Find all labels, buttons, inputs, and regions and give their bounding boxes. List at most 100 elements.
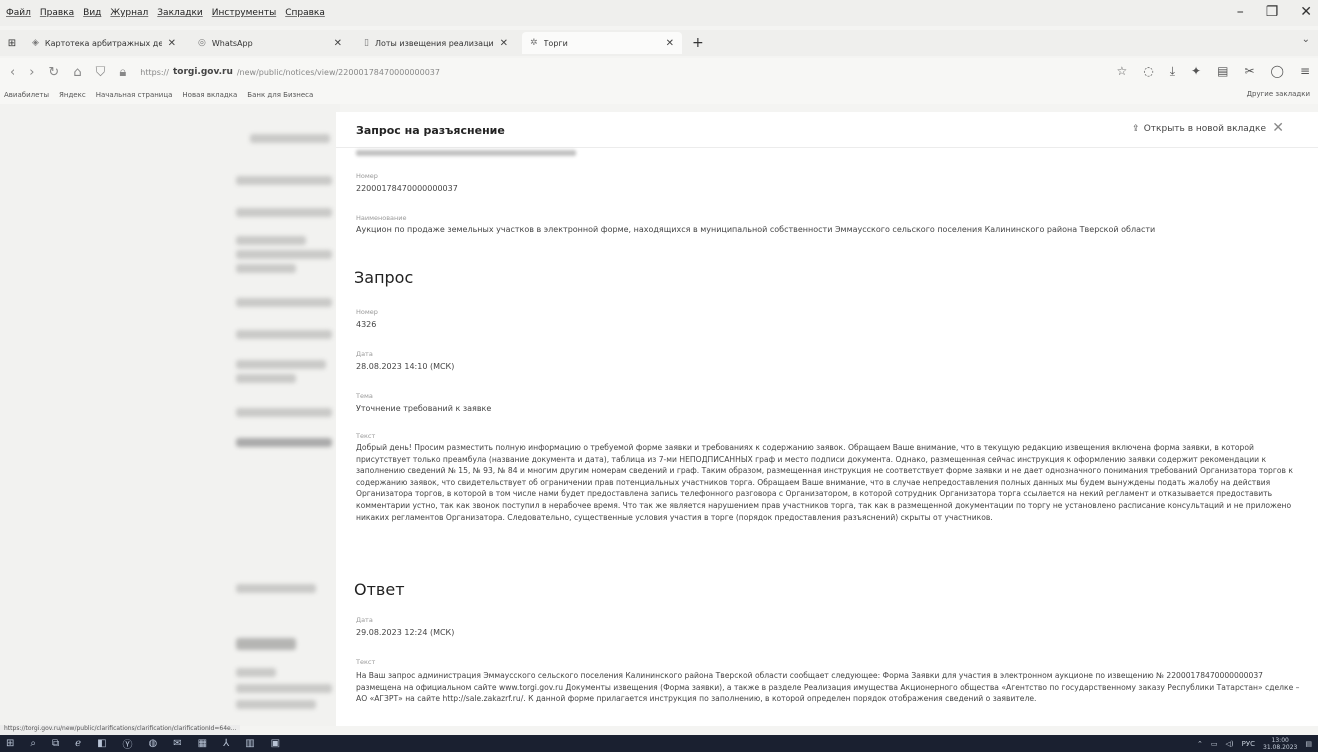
blurred-text <box>236 374 296 383</box>
forward-icon[interactable]: › <box>29 65 34 80</box>
app-icon[interactable]: ▣ <box>271 738 280 749</box>
close-tab-icon[interactable]: ✕ <box>666 38 674 49</box>
menu-file[interactable]: Файл <box>6 8 31 18</box>
bookmark-start-page[interactable]: Начальная страница <box>96 91 173 99</box>
bookmark-bank[interactable]: Банк для Бизнеса <box>247 91 313 99</box>
request-heading: Запрос <box>354 268 414 287</box>
notice-number-label: Номер <box>356 172 378 180</box>
screenshot-icon[interactable]: ✂ <box>1244 64 1254 79</box>
edge-icon[interactable]: ℯ <box>75 738 81 749</box>
close-window-icon[interactable]: ✕ <box>1300 4 1312 20</box>
language-indicator[interactable]: РУС <box>1242 740 1255 748</box>
app-icon[interactable]: ▦ <box>198 738 207 749</box>
blurred-heading <box>236 638 296 650</box>
menu-history[interactable]: Журнал <box>110 8 148 18</box>
blurred-text <box>236 684 332 693</box>
tab-whatsapp[interactable]: ◎ WhatsApp ✕ <box>190 32 350 54</box>
tray-chevron-icon[interactable]: ⌃ <box>1197 740 1203 748</box>
open-in-new-tab-link[interactable]: ⇪ Открыть в новой вкладке <box>1132 124 1266 134</box>
request-topic-label: Тема <box>356 392 373 400</box>
back-icon[interactable]: ‹ <box>10 65 15 80</box>
blurred-text <box>236 250 332 259</box>
acrobat-icon[interactable]: ⅄ <box>223 738 229 749</box>
close-tab-icon[interactable]: ✕ <box>334 38 342 49</box>
menu-edit[interactable]: Правка <box>40 8 74 18</box>
star-icon[interactable]: ☆ <box>1116 64 1127 79</box>
clock-time: 13:00 <box>1271 737 1289 744</box>
search-icon[interactable]: ⌕ <box>30 738 36 749</box>
pocket-icon[interactable]: ◌ <box>1143 64 1153 79</box>
library-icon[interactable]: ▤ <box>1217 64 1228 79</box>
modal-header: Запрос на разъяснение ⇪ Открыть в новой … <box>336 112 1318 148</box>
menu-tools[interactable]: Инструменты <box>212 8 276 18</box>
new-tab-icon[interactable]: + <box>692 35 704 51</box>
request-number: 4326 <box>356 320 377 329</box>
app-icon[interactable]: ◍ <box>149 738 158 749</box>
app-icon[interactable]: ▥ <box>245 738 254 749</box>
notifications-icon[interactable]: ▤ <box>1305 740 1312 748</box>
clock[interactable]: 13:00 31.08.2023 <box>1263 737 1297 751</box>
blurred-text <box>236 700 316 709</box>
volume-icon[interactable]: ◁) <box>1226 740 1234 748</box>
account-icon[interactable]: ◯ <box>1271 64 1284 79</box>
tab-lots[interactable]: ▯ Лоты извещения реализаци ✕ <box>356 32 516 54</box>
close-tab-icon[interactable]: ✕ <box>500 38 508 49</box>
bookmark-aviabilety[interactable]: Авиабилеты <box>4 91 49 99</box>
minimize-icon[interactable]: – <box>1237 4 1244 20</box>
blurred-text <box>236 668 276 677</box>
windows-start-icon[interactable]: ⊞ <box>6 738 14 749</box>
external-link-icon: ⇪ <box>1132 124 1140 134</box>
home-icon[interactable]: ⌂ <box>73 65 81 80</box>
shield-icon[interactable]: ⛉ <box>96 65 106 80</box>
address-bar[interactable]: https://torgi.gov.ru/new/public/notices/… <box>140 67 440 77</box>
request-date-label: Дата <box>356 350 373 358</box>
menu-help[interactable]: Справка <box>285 8 325 18</box>
blurred-text <box>250 134 330 143</box>
tab-list-icon[interactable]: ⊞ <box>0 38 24 49</box>
tab-label: Торги <box>543 38 568 48</box>
system-tray: ⌃ ▭ ◁) РУС 13:00 31.08.2023 ▤ <box>1197 737 1312 751</box>
blurred-text <box>236 264 296 273</box>
tab-torgi[interactable]: ✲ Торги ✕ <box>522 32 682 54</box>
close-tab-icon[interactable]: ✕ <box>168 38 176 49</box>
blurred-text <box>236 330 332 339</box>
url-host: torgi.gov.ru <box>172 67 233 77</box>
other-bookmarks[interactable]: Другие закладки <box>1247 90 1310 98</box>
clock-date: 31.08.2023 <box>1263 744 1298 751</box>
tab-strip: ⊞ ◈ Картотека арбитражных дел ✕ ◎ WhatsA… <box>0 30 1318 56</box>
page-icon: ▯ <box>364 38 369 48</box>
open-in-new-tab-label: Открыть в новой вкладке <box>1143 124 1266 134</box>
blurred-text <box>236 438 332 447</box>
download-icon[interactable]: ⤓ <box>1170 64 1175 79</box>
app-icon[interactable]: ◧ <box>97 738 106 749</box>
request-topic: Уточнение требований к заявке <box>356 404 492 413</box>
tab-label: WhatsApp <box>211 38 253 48</box>
menu-view[interactable]: Вид <box>83 8 101 18</box>
tab-label: Картотека арбитражных дел <box>44 38 162 48</box>
bookmark-new-tab[interactable]: Новая вкладка <box>182 91 237 99</box>
url-scheme: https:// <box>140 67 169 77</box>
notice-name: Аукцион по продаже земельных участков в … <box>356 225 1156 234</box>
yandex-icon[interactable]: Ⓨ <box>123 736 133 751</box>
emblem-icon: ✲ <box>530 38 538 48</box>
bookmark-yandex[interactable]: Яндекс <box>59 91 86 99</box>
blurred-text <box>236 298 332 307</box>
tab-arbitration[interactable]: ◈ Картотека арбитражных дел ✕ <box>24 32 184 54</box>
menu-bookmarks[interactable]: Закладки <box>157 8 203 18</box>
blurred-text <box>236 176 332 185</box>
task-view-icon[interactable]: ⧉ <box>52 738 59 749</box>
answer-heading: Ответ <box>354 580 405 599</box>
navigation-bar: ‹ › ↻ ⌂ ⛉ 🔒︎ https://torgi.gov.ru/new/pu… <box>0 58 1318 86</box>
reload-icon[interactable]: ↻ <box>48 65 59 80</box>
blurred-heading <box>356 150 576 156</box>
mail-icon[interactable]: ✉ <box>173 738 181 749</box>
extension-icon[interactable]: ✦ <box>1191 64 1201 79</box>
close-icon[interactable]: ✕ <box>1272 120 1284 136</box>
maximize-icon[interactable]: ❐ <box>1266 4 1279 20</box>
network-icon[interactable]: ▭ <box>1211 740 1218 748</box>
taskbar: ⊞ ⌕ ⧉ ℯ ◧ Ⓨ ◍ ✉ ▦ ⅄ ▥ ▣ ⌃ ▭ ◁) РУС 13:00… <box>0 735 1318 752</box>
chevron-down-icon[interactable]: ⌄ <box>1302 34 1310 45</box>
whatsapp-icon: ◎ <box>198 38 206 48</box>
hamburger-menu-icon[interactable]: ≡ <box>1300 64 1310 79</box>
window-controls: – ❐ ✕ <box>1237 4 1312 20</box>
